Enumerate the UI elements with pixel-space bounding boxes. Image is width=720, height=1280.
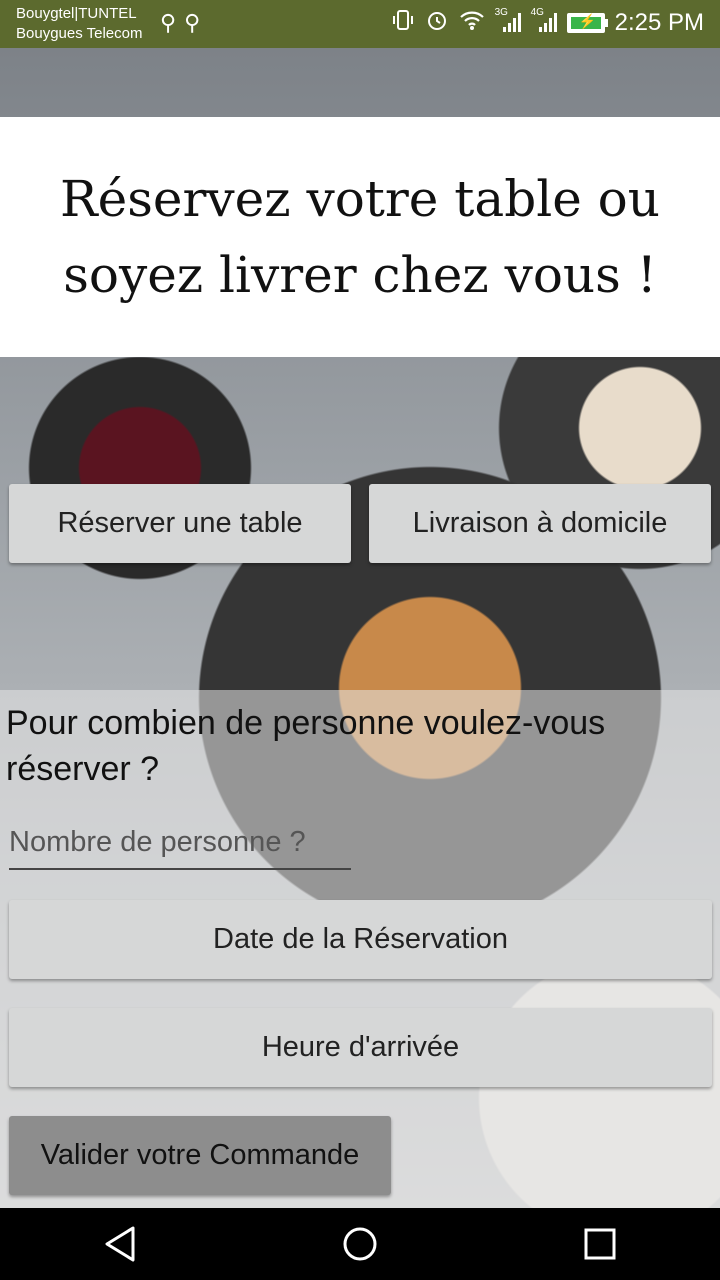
- navigation-bar: [0, 1208, 720, 1280]
- usb-icons: ⚲⚲: [160, 10, 208, 36]
- clock: 2:25 PM: [614, 9, 704, 36]
- reservation-date-button[interactable]: Date de la Réservation: [9, 900, 712, 979]
- arrival-time-button[interactable]: Heure d'arrivée: [9, 1008, 712, 1087]
- network-4g-label: 4G: [530, 6, 544, 18]
- usb-icon: ⚲: [184, 10, 209, 35]
- recents-icon[interactable]: [570, 1214, 630, 1274]
- carrier-line1: Bouygtel|TUNTEL: [16, 5, 137, 22]
- battery-icon: ⚡: [566, 13, 608, 33]
- people-question: Pour combien de personne voulez-vous rés…: [6, 704, 606, 788]
- signal-icon: 4G: [531, 7, 557, 36]
- usb-icon: ⚲: [160, 10, 185, 35]
- people-count-input[interactable]: [9, 816, 351, 870]
- signal-icon: 3G: [495, 7, 521, 36]
- carrier-info: Bouygtel|TUNTEL Bouygues Telecom: [16, 4, 142, 44]
- carrier-line2: Bouygues Telecom: [16, 25, 143, 42]
- wifi-icon: [459, 9, 485, 37]
- home-icon[interactable]: [330, 1214, 390, 1274]
- home-delivery-button[interactable]: Livraison à domicile: [369, 484, 711, 563]
- reserve-table-button[interactable]: Réserver une table: [9, 484, 351, 563]
- back-icon[interactable]: [90, 1214, 150, 1274]
- header-card: Réservez votre table ou soyez livrer che…: [0, 117, 720, 357]
- page-title: Réservez votre table ou soyez livrer che…: [60, 170, 660, 304]
- vibrate-icon: [391, 8, 415, 38]
- status-icons: 3G 4G ⚡ 2:25 PM: [391, 7, 704, 38]
- network-3g-label: 3G: [494, 6, 508, 18]
- validate-order-button[interactable]: Valider votre Commande: [9, 1116, 391, 1195]
- status-bar: Bouygtel|TUNTEL Bouygues Telecom ⚲⚲ 3G 4…: [0, 0, 720, 48]
- alarm-icon: [425, 8, 449, 38]
